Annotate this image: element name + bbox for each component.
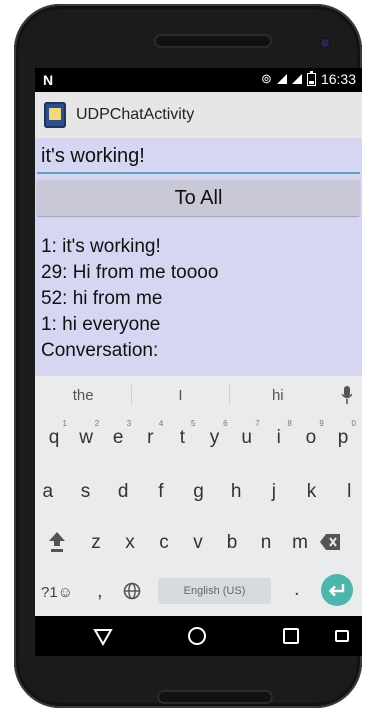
navigation-bar <box>35 616 362 656</box>
key-k[interactable]: k <box>299 481 325 503</box>
key-m[interactable]: m <box>287 532 313 554</box>
key-label: y <box>209 427 220 448</box>
key-u[interactable]: u7 <box>234 419 259 449</box>
key-h[interactable]: h <box>223 481 249 503</box>
key-n[interactable]: n <box>253 532 279 554</box>
front-camera <box>321 39 329 47</box>
space-key[interactable]: English (US) <box>158 578 271 604</box>
key-hint: 5 <box>190 419 196 428</box>
key-row-1: q1 w2 e3 r4 t5 y6 u7 i8 o9 p0 <box>35 416 362 460</box>
enter-arrow-icon <box>328 584 345 597</box>
key-hint: 9 <box>319 419 324 428</box>
key-label: r <box>147 427 154 448</box>
key-hint: 6 <box>223 419 228 428</box>
key-hint: 8 <box>287 419 292 428</box>
key-i[interactable]: i8 <box>266 419 292 449</box>
key-c[interactable]: c <box>151 532 177 554</box>
key-x[interactable]: x <box>117 532 143 554</box>
action-bar: UDPChatActivity <box>35 92 362 139</box>
key-label: t <box>179 427 186 448</box>
compose-area <box>35 138 362 174</box>
message-item: 1: it's working! <box>41 236 161 257</box>
input-underline <box>37 172 360 174</box>
chat-content: To All 1: it's working! 29: Hi from me t… <box>35 138 362 376</box>
status-icons: ⊚ 16:33 <box>261 70 356 87</box>
message-list: 1: it's working! 29: Hi from me toooo 52… <box>41 234 357 364</box>
backspace-icon[interactable] <box>319 533 341 551</box>
letter-keys-row-3: z x c v b n m <box>83 521 313 565</box>
key-hint: 2 <box>94 419 100 428</box>
signal-icon <box>276 74 287 84</box>
key-hint: 1 <box>62 419 67 428</box>
key-d[interactable]: d <box>110 481 136 503</box>
key-hint: 3 <box>126 419 132 428</box>
message-item: 1: hi everyone <box>41 314 161 335</box>
message-input[interactable] <box>37 142 362 170</box>
key-label: p <box>337 427 349 448</box>
back-icon[interactable] <box>93 627 113 647</box>
key-row-2: a s d f g h j k l <box>35 470 362 514</box>
signal-icon <box>291 74 302 84</box>
microphone-icon[interactable] <box>342 386 352 404</box>
battery-icon <box>306 70 316 86</box>
symbols-key[interactable]: ?1☺ <box>41 584 73 601</box>
conversation-label: Conversation: <box>41 340 159 361</box>
key-label: e <box>112 427 124 448</box>
clock: 16:33 <box>320 71 356 87</box>
key-o[interactable]: o9 <box>298 419 324 449</box>
key-y[interactable]: y6 <box>202 419 228 449</box>
notification-icon: N <box>43 72 54 88</box>
recents-icon[interactable] <box>283 628 299 644</box>
app-icon <box>44 102 66 128</box>
enter-key[interactable] <box>321 574 353 606</box>
key-q[interactable]: q1 <box>41 419 67 449</box>
key-p[interactable]: p0 <box>330 419 356 449</box>
key-v[interactable]: v <box>185 532 211 554</box>
suggestion-strip: the I hi <box>35 376 362 414</box>
key-g[interactable]: g <box>186 481 212 503</box>
hotspot-icon: ⊚ <box>261 71 272 86</box>
key-hint: 7 <box>255 419 260 428</box>
message-item: 29: Hi from me toooo <box>41 262 219 283</box>
top-speaker <box>154 34 272 48</box>
suggestion-item[interactable]: the <box>35 387 131 404</box>
key-row-4: ?1☺ , English (US) . <box>35 572 362 616</box>
suggestion-item[interactable]: I <box>132 387 228 404</box>
shift-icon[interactable] <box>48 531 66 553</box>
key-e[interactable]: e3 <box>105 419 131 449</box>
screen: N ⊚ 16:33 UDPChatActivity To All 1: it's… <box>35 68 362 656</box>
key-label: u <box>241 427 252 448</box>
key-l[interactable]: l <box>336 481 362 503</box>
bottom-speaker <box>157 690 273 704</box>
key-label: w <box>79 427 93 448</box>
key-s[interactable]: s <box>73 481 99 503</box>
key-row-3: z x c v b n m <box>35 521 362 565</box>
key-b[interactable]: b <box>219 532 245 554</box>
key-w[interactable]: w2 <box>73 419 99 449</box>
key-label: i <box>276 427 281 448</box>
status-bar: N ⊚ 16:33 <box>35 68 362 92</box>
key-f[interactable]: f <box>148 481 174 503</box>
suggestion-item[interactable]: hi <box>230 387 326 404</box>
key-j[interactable]: j <box>261 481 287 503</box>
globe-icon[interactable] <box>123 582 141 600</box>
period-key[interactable]: . <box>294 578 300 601</box>
send-to-all-button[interactable]: To All <box>37 180 360 216</box>
soft-keyboard: the I hi q1 w2 e3 r4 t5 y6 u7 i8 o9 p0 a… <box>35 376 362 616</box>
key-r[interactable]: r4 <box>137 419 163 449</box>
key-t[interactable]: t5 <box>169 419 196 449</box>
key-z[interactable]: z <box>83 532 109 554</box>
key-hint: 4 <box>158 419 164 428</box>
key-label: o <box>305 427 317 448</box>
keyboard-switch-icon[interactable] <box>335 630 349 642</box>
home-icon[interactable] <box>188 627 206 645</box>
key-hint: 0 <box>351 419 356 428</box>
comma-key[interactable]: , <box>97 580 103 603</box>
key-a[interactable]: a <box>35 481 61 503</box>
message-item: 52: hi from me <box>41 288 163 309</box>
key-label: q <box>48 427 60 448</box>
app-title: UDPChatActivity <box>76 106 195 123</box>
